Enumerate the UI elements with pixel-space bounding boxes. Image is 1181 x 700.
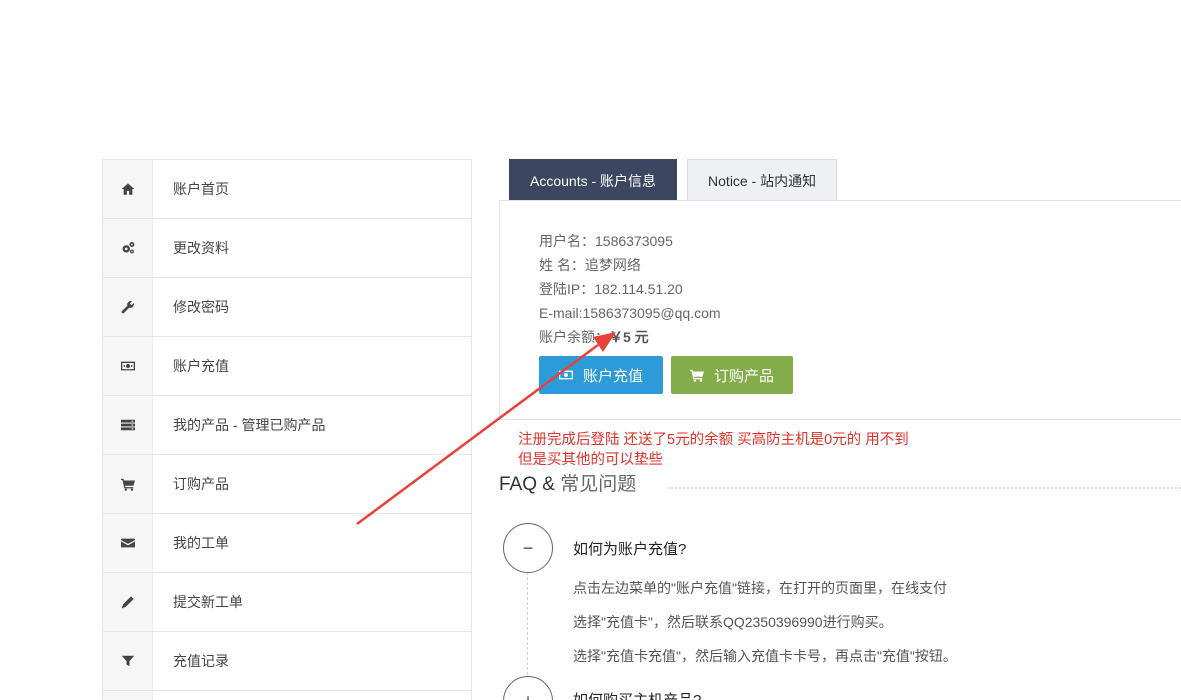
sidebar-item-label: 订购产品 — [173, 476, 229, 492]
sidebar-item-edit-profile[interactable]: 更改资料 — [103, 219, 471, 278]
sidebar-item-my-tickets[interactable]: 我的工单 — [103, 514, 471, 573]
faq-title-en: FAQ & — [499, 474, 555, 495]
gears-icon — [103, 219, 153, 277]
balance-label: 账户余额： — [539, 329, 609, 345]
money-icon — [558, 370, 573, 380]
wrench-icon — [103, 278, 153, 336]
faq-answer-line: 选择"充值卡"，然后联系QQ2350396990进行购买。 — [573, 614, 893, 630]
annotation-note: 注册完成后登陆 还送了5元的余额 买高防主机是0元的 用不到 但是买其他的可以垫… — [518, 430, 909, 470]
sidebar-item-label: 账户首页 — [173, 181, 229, 197]
filter-icon — [103, 632, 153, 690]
faq-answer-line: 选择"充值卡充值"，然后输入充值卡卡号，再点击"充值"按钮。 — [573, 648, 957, 664]
sidebar-item-change-password[interactable]: 修改密码 — [103, 278, 471, 337]
username-text: 用户名：1586373095 — [539, 233, 673, 249]
sidebar-item-recharge-records[interactable]: 充值记录 — [103, 632, 471, 691]
money-icon — [103, 337, 153, 395]
sidebar-item-my-products[interactable]: 我的产品 - 管理已购产品 — [103, 396, 471, 455]
sidebar-item-partial[interactable] — [103, 691, 471, 700]
name-text: 姓 名：追梦网络 — [539, 257, 641, 273]
action-buttons: 账户充值 订购产品 — [539, 356, 793, 394]
tab-notice[interactable]: Notice - 站内通知 — [687, 159, 838, 201]
faq-collapse-toggle[interactable]: − — [503, 523, 553, 573]
login-ip-text: 登陆IP：182.114.51.20 — [539, 281, 683, 297]
sidebar-item-label: 充值记录 — [173, 653, 229, 669]
account-info: 用户名：1586373095 姓 名：追梦网络 登陆IP：182.114.51.… — [539, 229, 721, 349]
account-info-panel: 用户名：1586373095 姓 名：追梦网络 登陆IP：182.114.51.… — [499, 200, 1181, 420]
faq-divider — [668, 487, 1181, 489]
sidebar-item-label: 我的工单 — [173, 535, 229, 551]
sidebar-menu: 账户首页 更改资料 修改密码 账户充值 我的产品 - 管理已购产品 订购产品 我… — [102, 159, 472, 700]
order-products-button[interactable]: 订购产品 — [671, 356, 793, 394]
sidebar-item-order-products[interactable]: 订购产品 — [103, 455, 471, 514]
faq-expand-toggle[interactable]: + — [503, 676, 553, 700]
account-tabs: Accounts - 账户信息 Notice - 站内通知 — [509, 159, 847, 201]
recharge-button-label: 账户充值 — [582, 367, 643, 385]
sidebar-item-icon-partial — [103, 691, 153, 700]
sidebar-item-label: 账户充值 — [173, 358, 229, 374]
balance-row: 账户余额：￥5 元 — [539, 325, 721, 349]
server-icon — [103, 396, 153, 454]
sidebar-item-recharge[interactable]: 账户充值 — [103, 337, 471, 396]
sidebar-item-label: 提交新工单 — [173, 594, 243, 610]
sidebar-item-new-ticket[interactable]: 提交新工单 — [103, 573, 471, 632]
recharge-button[interactable]: 账户充值 — [539, 356, 663, 394]
home-icon — [103, 160, 153, 218]
cart-icon — [103, 455, 153, 513]
pencil-icon — [103, 573, 153, 631]
sidebar-item-account-home[interactable]: 账户首页 — [103, 160, 471, 219]
email-text: E-mail:1586373095@qq.com — [539, 305, 721, 321]
faq-title-cn: 常见问题 — [560, 474, 637, 495]
faq-answer-line: 点击左边菜单的"账户充值"链接，在打开的页面里，在线支付 — [573, 580, 947, 596]
annotation-line-1: 注册完成后登陆 还送了5元的余额 买高防主机是0元的 用不到 — [518, 432, 909, 448]
envelope-icon — [103, 514, 153, 572]
cart-icon — [689, 369, 704, 382]
order-button-label: 订购产品 — [713, 367, 774, 385]
faq-question-1[interactable]: 如何为账户充值? — [573, 538, 686, 559]
faq-question-2[interactable]: 如何购买主机产品? — [573, 689, 701, 700]
sidebar-item-label: 修改密码 — [173, 299, 229, 315]
faq-title: FAQ & 常见问题 — [499, 469, 636, 496]
annotation-line-2: 但是买其他的可以垫些 — [518, 452, 663, 468]
sidebar-item-label: 更改资料 — [173, 240, 229, 256]
sidebar-item-label: 我的产品 - 管理已购产品 — [173, 417, 326, 433]
tab-accounts[interactable]: Accounts - 账户信息 — [509, 159, 678, 201]
balance-value: ￥5 元 — [609, 329, 649, 345]
